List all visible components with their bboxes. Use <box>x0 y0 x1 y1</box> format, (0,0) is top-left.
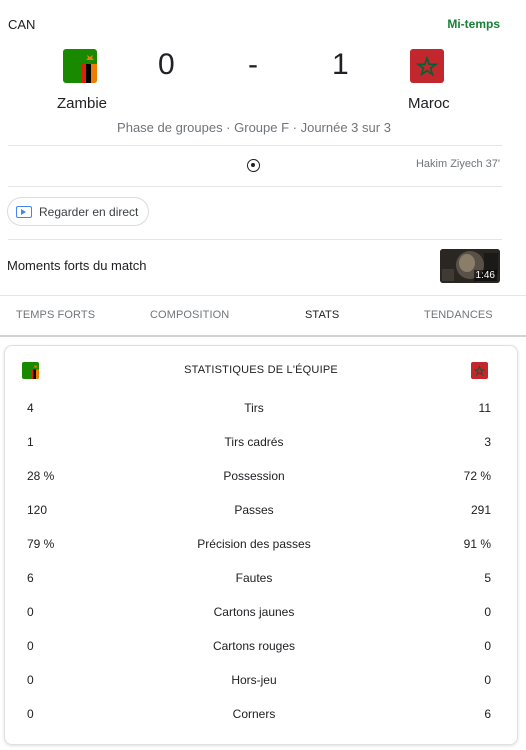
tab-stats[interactable]: STATS <box>305 309 339 321</box>
tab-temps-forts[interactable]: TEMPS FORTS <box>16 309 95 321</box>
stat-label: Précision des passes <box>197 537 311 551</box>
stat-label: Tirs cadrés <box>224 435 284 449</box>
soccer-ball-icon <box>247 159 260 172</box>
stat-away-value: 3 <box>484 435 491 449</box>
stat-away-value: 0 <box>484 605 491 619</box>
stat-row: 1 Tirs cadrés 3 <box>5 435 517 455</box>
divider <box>8 239 502 240</box>
competition-label: CAN <box>8 17 36 32</box>
stat-row: 0 Cartons jaunes 0 <box>5 605 517 625</box>
morocco-flag-icon[interactable] <box>410 49 444 83</box>
morocco-flag-icon <box>471 362 488 379</box>
stat-row: 4 Tirs 11 <box>5 401 517 421</box>
stat-row: 28 % Possession 72 % <box>5 469 517 489</box>
stat-away-value: 0 <box>484 639 491 653</box>
watch-live-label: Regarder en direct <box>39 204 139 219</box>
stat-away-value: 0 <box>484 673 491 687</box>
stat-row: 0 Corners 6 <box>5 707 517 727</box>
stat-label: Cartons jaunes <box>213 605 295 619</box>
stat-away-value: 11 <box>478 401 491 415</box>
highlights-video-thumbnail[interactable]: 1:46 <box>440 249 500 283</box>
team-stats-card: STATISTIQUES DE L'ÉQUIPE 4 Tirs 11 1 Tir… <box>4 345 518 745</box>
away-score: 1 <box>332 48 349 81</box>
stat-row: 0 Hors-jeu 0 <box>5 673 517 693</box>
match-header: CAN Mi-temps 0 - 1 Zambie Maroc Phase de… <box>0 0 526 295</box>
away-team-name[interactable]: Maroc <box>408 95 450 112</box>
stat-away-value: 6 <box>484 707 491 721</box>
watch-live-button[interactable]: Regarder en direct <box>7 197 150 226</box>
score-separator: - <box>248 48 258 81</box>
divider <box>8 145 502 146</box>
stat-label: Cartons rouges <box>212 639 296 653</box>
zambia-flag-icon[interactable] <box>63 49 97 83</box>
stat-away-value: 291 <box>470 503 491 517</box>
stat-label: Corners <box>232 707 276 721</box>
stat-away-value: 91 % <box>463 537 491 551</box>
home-team-name[interactable]: Zambie <box>57 95 107 112</box>
tab-composition[interactable]: COMPOSITION <box>150 309 229 321</box>
tab-bar: TEMPS FORTS COMPOSITION STATS TENDANCES <box>0 295 526 337</box>
match-phase: Phase de groupes · Groupe F · Journée 3 … <box>117 120 391 135</box>
stat-label: Passes <box>234 503 274 517</box>
video-duration: 1:46 <box>473 270 497 281</box>
home-score: 0 <box>158 48 175 81</box>
highlights-title[interactable]: Moments forts du match <box>7 258 146 273</box>
stat-row: 120 Passes 291 <box>5 503 517 523</box>
stat-row: 6 Fautes 5 <box>5 571 517 591</box>
stat-away-value: 5 <box>484 571 491 585</box>
stat-row: 0 Cartons rouges 0 <box>5 639 517 659</box>
stats-title: STATISTIQUES DE L'ÉQUIPE <box>184 364 338 376</box>
stat-label: Possession <box>223 469 285 483</box>
stat-away-value: 72 % <box>463 469 491 483</box>
play-screen-icon <box>16 205 32 218</box>
divider <box>8 186 502 187</box>
stat-row: 79 % Précision des passes 91 % <box>5 537 517 557</box>
stat-label: Hors-jeu <box>231 673 277 687</box>
stat-label: Fautes <box>235 571 273 585</box>
tab-tendances[interactable]: TENDANCES <box>424 309 493 321</box>
goal-scorer: Hakim Ziyech 37' <box>415 158 500 170</box>
match-status[interactable]: Mi-temps <box>447 17 500 31</box>
stat-label: Tirs <box>244 401 264 415</box>
